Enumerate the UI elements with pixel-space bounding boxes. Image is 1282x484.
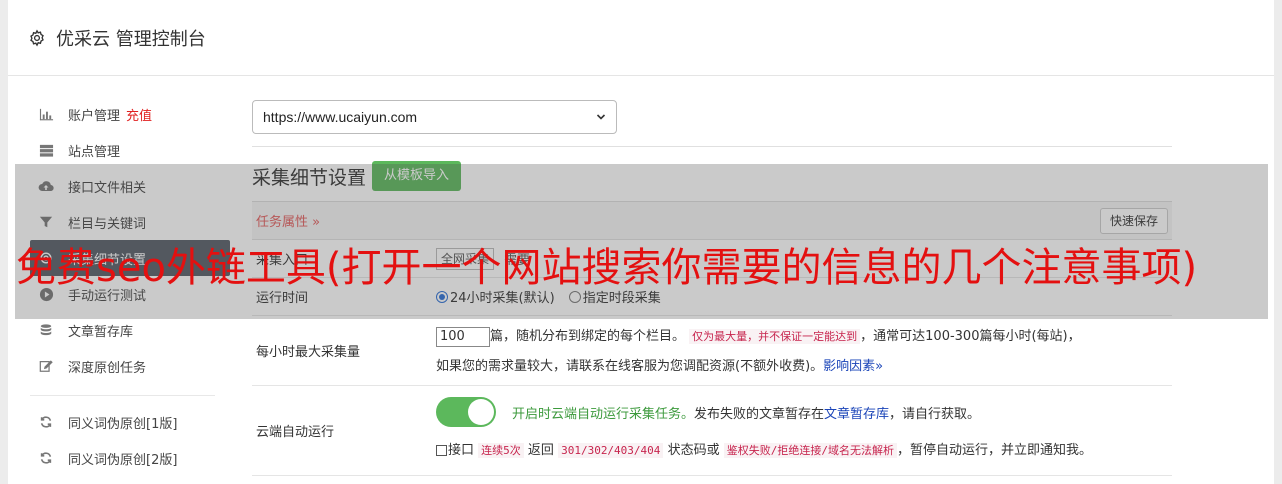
filter-icon (38, 214, 54, 230)
sidebar-divider (30, 384, 215, 396)
max-text: 篇，随机分布到绑定的每个栏目。 (490, 329, 686, 344)
server-icon (38, 142, 54, 158)
article-store-link[interactable]: 文章暂存库 (824, 403, 889, 422)
max-per-hour-input[interactable]: 100 (436, 326, 490, 347)
cloud-upload-icon (38, 178, 54, 194)
section-title: 采集细节设置 (252, 166, 367, 189)
iface-text: 状态码或 (667, 443, 720, 458)
site-select-value: https://www.ucaiyun.com (263, 109, 418, 125)
refresh-icon (38, 450, 54, 466)
radio-period-label: 指定时段采集 (582, 291, 661, 306)
sidebar-item-columns[interactable]: 栏目与关键词 (30, 204, 230, 240)
cloud-run-label: 云端自动运行 (256, 425, 335, 440)
header: 优采云 管理控制台 (8, 0, 1274, 76)
max-per-hour-value: 100 篇，随机分布到绑定的每个栏目。 仅为最大量，并不保证一定能达到 ，通常可达1… (436, 316, 1172, 385)
sidebar-item-interface[interactable]: 接口文件相关 (30, 168, 230, 204)
edit-icon (38, 358, 54, 374)
cloud-text: 发布失败的文章暂存在 (694, 406, 825, 422)
sidebar-item-article-store[interactable]: 文章暂存库 (30, 312, 230, 348)
sidebar-item-label: 深度原创任务 (68, 360, 147, 376)
sidebar-item-label: 栏目与关键词 (68, 216, 147, 232)
entry-row: 采集入口 全网采集 需要 (252, 240, 1172, 278)
cloud-text: ，请自行获取。 (889, 406, 981, 422)
run-time-options: 24小时采集(默认) 指定时段采集 (436, 278, 1172, 315)
entry-hint: 需要 (504, 253, 531, 268)
section-header: 采集细节设置 从模板导入 (252, 161, 1172, 191)
sidebar-item-label: 同义词伪原创[1版] (68, 416, 178, 432)
refresh-icon (38, 414, 54, 430)
task-props-label: 任务属性 (256, 215, 309, 230)
entry-select[interactable]: 全网采集 (436, 247, 495, 270)
bar-chart-icon (38, 106, 54, 122)
sidebar-item-label: 同义词伪原创[2版] (68, 452, 178, 468)
app-window: 优采云 管理控制台 账户管理 充值 站点管理 接口文件相关 栏目与关键词 采集细… (8, 0, 1274, 484)
iface-label: 接口 (448, 443, 475, 458)
radio-unchecked (568, 290, 581, 303)
chevron-down-icon (596, 114, 606, 120)
main-content: https://www.ucaiyun.com 采集细节设置 从模板导入 任务属… (252, 100, 1172, 476)
import-template-button[interactable]: 从模板导入 (372, 161, 462, 191)
sidebar-item-label: 手动运行测试 (68, 288, 147, 304)
entry-label: 采集入口 (256, 253, 309, 268)
sidebar: 账户管理 充值 站点管理 接口文件相关 栏目与关键词 采集细节设置 手动运行测试… (30, 96, 230, 476)
max-text: ，通常可达100-300篇每小时(每站)， (860, 329, 1081, 344)
sidebar-item-manual-test[interactable]: 手动运行测试 (30, 276, 230, 312)
max-per-hour-label: 每小时最大采集量 (256, 345, 361, 360)
entry-value: 全网采集 需要 (436, 240, 1172, 277)
radio-24h[interactable]: 24小时采集(默认) (436, 287, 555, 306)
gear-icon (38, 250, 54, 266)
sidebar-item-synonym-v2[interactable]: 同义词伪原创[2版] (30, 440, 230, 476)
database-icon (38, 322, 54, 338)
max-text: 如果您的需求量较大，请联系在线客服为您调配资源(不额外收费)。 (436, 359, 824, 374)
double-chevron-down-icon: » (875, 359, 884, 374)
cloud-run-toggle[interactable] (436, 397, 496, 427)
sidebar-item-synonym-v1[interactable]: 同义词伪原创[1版] (30, 404, 230, 440)
iface-code: 连续5次 (478, 443, 524, 458)
cloud-run-row: 云端自动运行 开启时云端自动运行采集任务。 发布失败的文章暂存在 文章暂存库 ，请自行… (252, 386, 1172, 476)
iface-text: ，暂停自动运行，并立即通知我。 (896, 443, 1092, 458)
sidebar-item-label: 接口文件相关 (68, 180, 147, 196)
sidebar-item-account[interactable]: 账户管理 充值 (30, 96, 230, 132)
cloud-run-status: 开启时云端自动运行采集任务。 (512, 406, 695, 422)
iface-code: 301/302/403/404 (558, 443, 664, 458)
max-warning: 仅为最大量，并不保证一定能达到 (689, 329, 861, 344)
run-time-label: 运行时间 (256, 291, 309, 306)
cloud-run-value: 开启时云端自动运行采集任务。 发布失败的文章暂存在 文章暂存库 ，请自行获取。 接口 … (436, 386, 1172, 475)
iface-code: 鉴权失败/拒绝连接/域名无法解析 (723, 443, 897, 458)
iface-text: 返回 (527, 443, 554, 458)
radio-24h-label: 24小时采集(默认) (450, 291, 555, 306)
sidebar-item-sites[interactable]: 站点管理 (30, 132, 230, 168)
max-per-hour-row: 每小时最大采集量 100 篇，随机分布到绑定的每个栏目。 仅为最大量，并不保证一定… (252, 316, 1172, 386)
sidebar-item-label: 采集细节设置 (68, 252, 147, 268)
radio-checked (436, 290, 448, 303)
sidebar-item-collect-settings[interactable]: 采集细节设置 (30, 240, 230, 276)
settings-panel: 任务属性 » 快速保存 采集入口 全网采集 需要 运行时间 24小时采集(默认)… (252, 201, 1172, 476)
site-select[interactable]: https://www.ucaiyun.com (252, 100, 617, 134)
panel-header: 任务属性 » 快速保存 (252, 202, 1172, 240)
recharge-link[interactable]: 充值 (126, 105, 152, 124)
page-title: 优采云 管理控制台 (56, 28, 206, 50)
quick-save-button[interactable]: 快速保存 (1099, 207, 1168, 234)
sidebar-item-label: 账户管理 (68, 108, 121, 124)
gear-icon (30, 28, 44, 47)
task-props-toggle[interactable]: 任务属性 » (256, 211, 320, 230)
sidebar-item-deep-original[interactable]: 深度原创任务 (30, 348, 230, 384)
factors-link[interactable]: 影响因素 (823, 359, 875, 374)
double-chevron-down-icon: » (312, 215, 321, 230)
interface-pause-checkbox[interactable] (436, 445, 447, 456)
divider (252, 146, 1172, 147)
sidebar-item-label: 文章暂存库 (68, 324, 134, 340)
run-time-row: 运行时间 24小时采集(默认) 指定时段采集 (252, 278, 1172, 316)
radio-period[interactable]: 指定时段采集 (568, 287, 661, 306)
sidebar-item-label: 站点管理 (68, 144, 121, 160)
play-icon (38, 286, 54, 302)
